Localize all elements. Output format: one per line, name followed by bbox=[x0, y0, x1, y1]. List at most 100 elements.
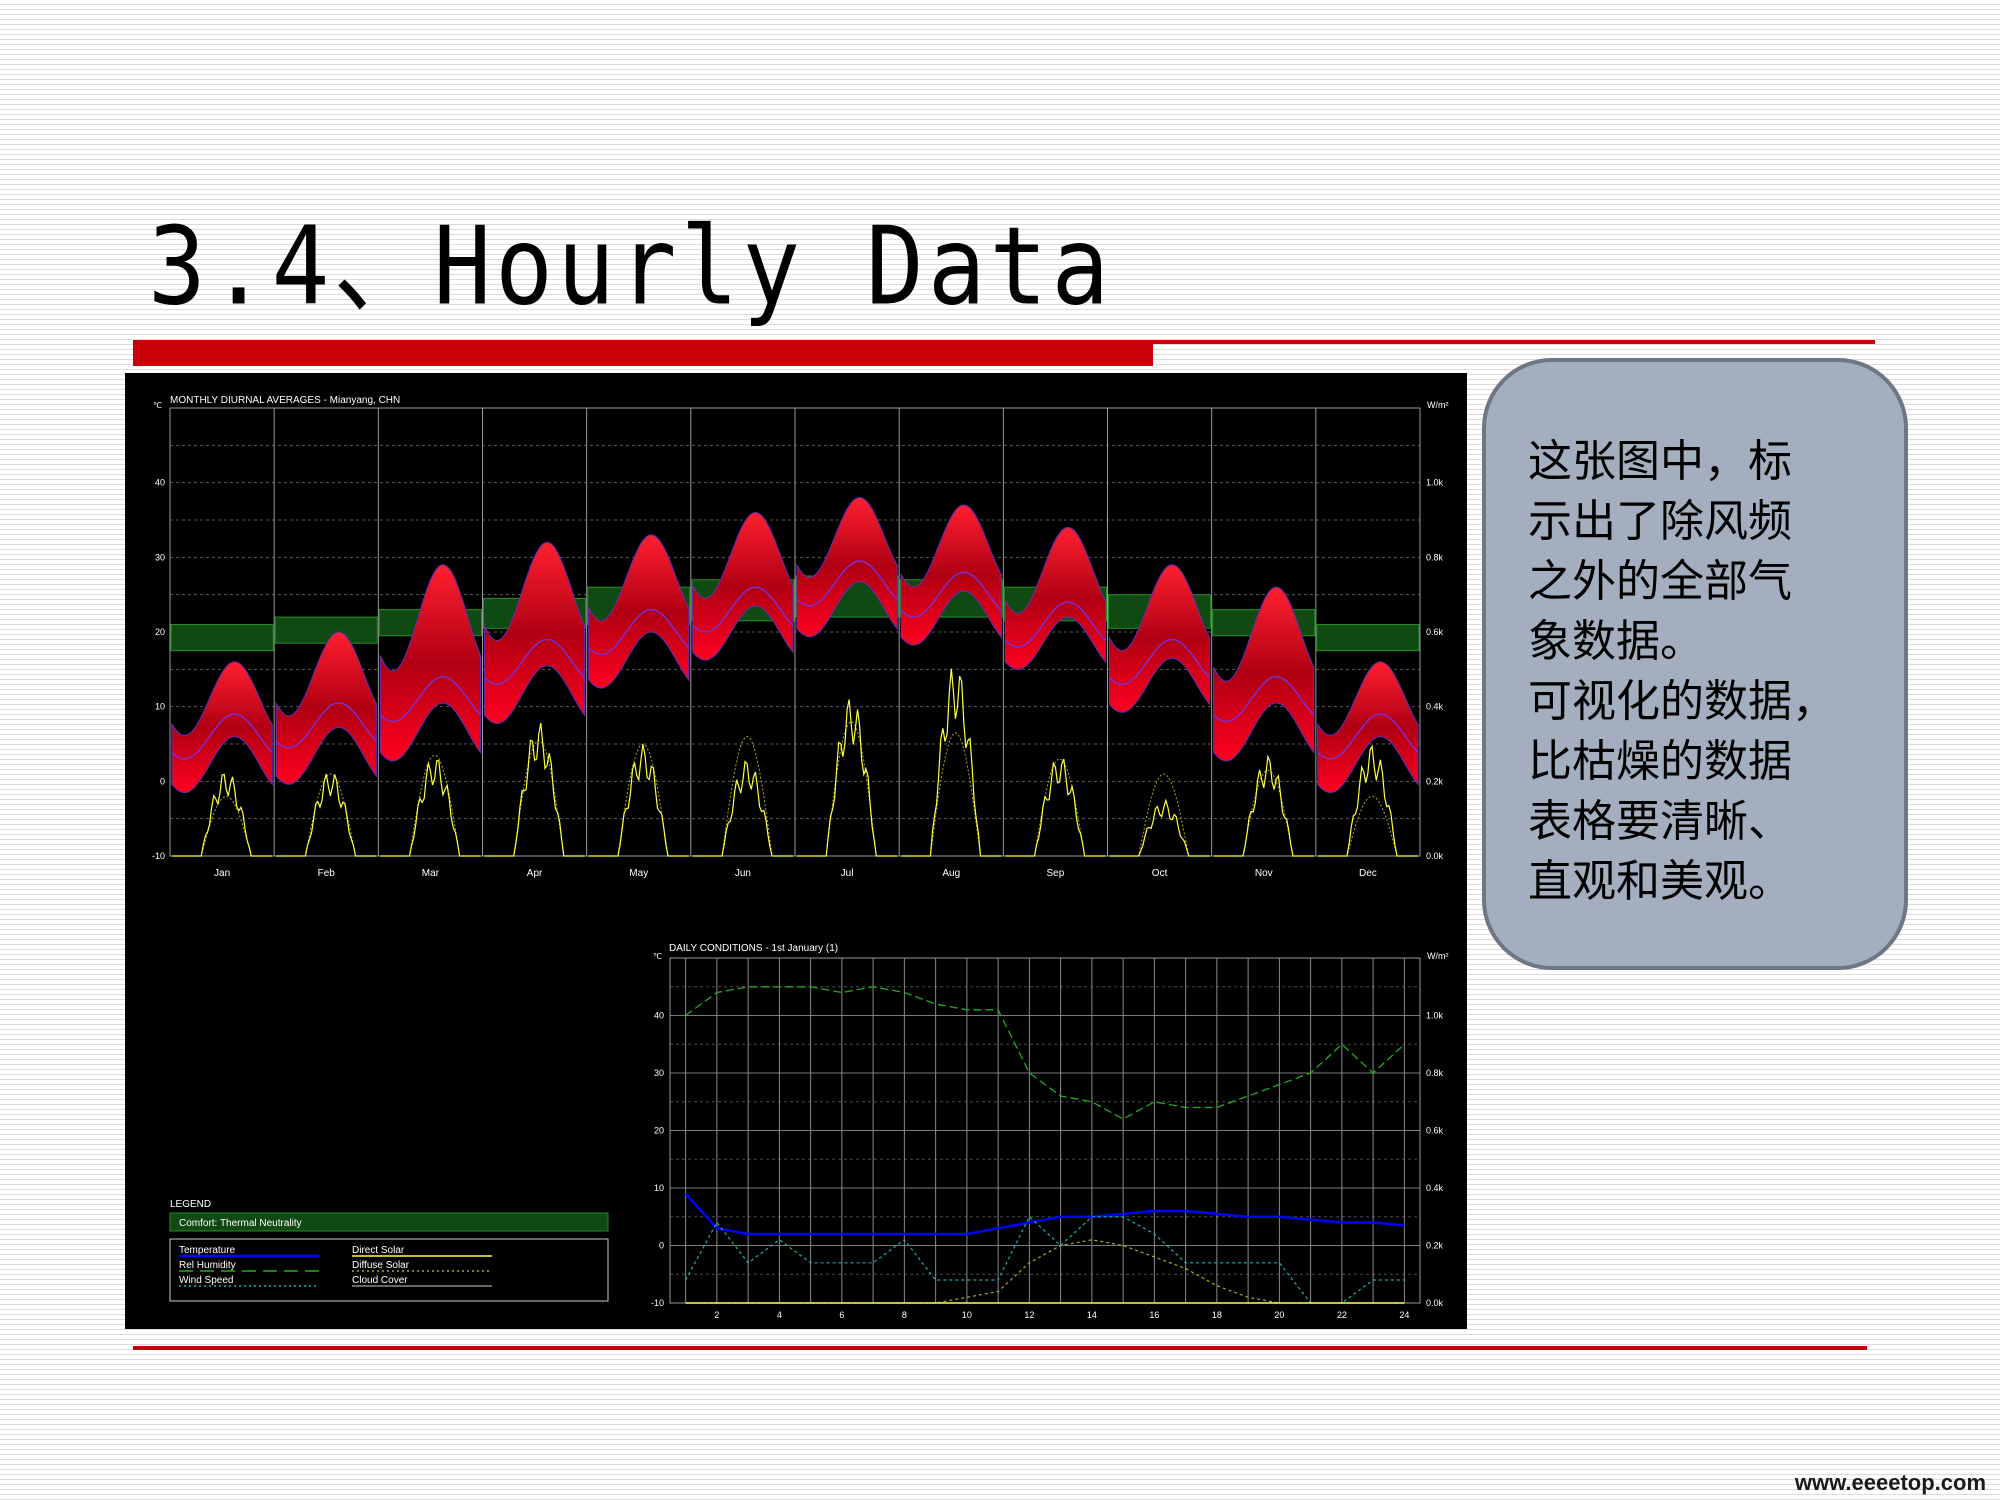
direct-solar-line bbox=[1005, 758, 1106, 857]
daily-y2-tick: 0.0k bbox=[1426, 1298, 1444, 1308]
legend-label: Diffuse Solar bbox=[352, 1260, 410, 1271]
diffuse-solar-line bbox=[588, 743, 689, 857]
monthly-y2-tick: 0.8k bbox=[1426, 552, 1444, 562]
diffuse-solar-line bbox=[1317, 795, 1418, 857]
monthly-y-tick: 30 bbox=[155, 552, 165, 562]
callout-line: 象数据。 bbox=[1528, 616, 1704, 667]
callout-line: 直观和美观。 bbox=[1528, 856, 1792, 907]
month-label: Oct bbox=[1152, 868, 1168, 879]
monthly-y-tick: 20 bbox=[155, 627, 165, 637]
daily-rel-humidity-line bbox=[685, 986, 1405, 1120]
daily-y2-tick: 0.8k bbox=[1426, 1068, 1444, 1078]
diffuse-solar-line bbox=[172, 795, 273, 857]
month-label: Sep bbox=[1047, 868, 1065, 879]
direct-solar-line bbox=[380, 759, 481, 857]
hour-label: 22 bbox=[1337, 1310, 1347, 1320]
hour-label: 14 bbox=[1087, 1310, 1097, 1320]
month-label: Nov bbox=[1255, 868, 1273, 879]
daily-y-tick: 20 bbox=[654, 1126, 664, 1136]
hour-label: 24 bbox=[1399, 1310, 1409, 1320]
hour-label: 20 bbox=[1274, 1310, 1284, 1320]
temperature-range-band bbox=[171, 661, 273, 794]
hour-label: 2 bbox=[714, 1310, 719, 1320]
comfort-band bbox=[274, 616, 378, 644]
weather-chart-panel: MONTHLY DIURNAL AVERAGES - Mianyang, CHN… bbox=[125, 373, 1467, 1329]
direct-solar-line bbox=[1213, 754, 1314, 857]
daily-y2-tick: 0.4k bbox=[1426, 1183, 1444, 1193]
monthly-y2-tick: 0.0k bbox=[1426, 851, 1444, 861]
hour-label: 4 bbox=[777, 1310, 782, 1320]
month-label: Jan bbox=[214, 868, 230, 879]
daily-right-unit: W/m² bbox=[1427, 951, 1449, 961]
hour-label: 12 bbox=[1024, 1310, 1034, 1320]
month-label: Feb bbox=[318, 868, 336, 879]
daily-y2-tick: 0.2k bbox=[1426, 1241, 1444, 1251]
temperature-range-band bbox=[483, 541, 586, 725]
callout-line: 示出了除风频 bbox=[1528, 496, 1792, 547]
month-label: Aug bbox=[942, 868, 960, 879]
direct-solar-line bbox=[692, 760, 793, 857]
daily-diffuse-solar-line bbox=[685, 1239, 1405, 1304]
diffuse-solar-line bbox=[1005, 758, 1106, 857]
daily-y-tick: 0 bbox=[659, 1241, 664, 1251]
diffuse-solar-line bbox=[901, 732, 1002, 857]
legend-label: Direct Solar bbox=[352, 1245, 405, 1256]
diffuse-solar-line bbox=[1213, 769, 1314, 857]
legend-title: LEGEND bbox=[170, 1199, 211, 1210]
comfort-band bbox=[170, 624, 274, 652]
daily-left-unit: ℃ bbox=[653, 952, 662, 961]
temperature-range-band bbox=[900, 504, 1002, 646]
daily-y2-tick: 0.6k bbox=[1426, 1126, 1444, 1136]
legend-label: Cloud Cover bbox=[352, 1275, 408, 1286]
monthly-y-tick: 10 bbox=[155, 702, 165, 712]
monthly-chart-title: MONTHLY DIURNAL AVERAGES - Mianyang, CHN bbox=[170, 395, 400, 406]
legend-label: Wind Speed bbox=[179, 1275, 233, 1286]
callout-text: 这张图中，标 示出了除风频 之外的全部气 象数据。 可视化的数据， 比枯燥的数据… bbox=[1528, 432, 1898, 912]
comfort-band bbox=[1316, 624, 1420, 652]
monthly-right-unit: W/m² bbox=[1427, 400, 1449, 410]
footer-accent-rule bbox=[133, 1346, 1867, 1350]
hour-label: 16 bbox=[1149, 1310, 1159, 1320]
callout-line: 这张图中，标 bbox=[1528, 436, 1792, 487]
callout-line: 之外的全部气 bbox=[1528, 556, 1792, 607]
daily-temperature-line bbox=[684, 1192, 1405, 1236]
hour-label: 18 bbox=[1212, 1310, 1222, 1320]
month-label: May bbox=[629, 868, 648, 879]
callout-line: 比枯燥的数据 bbox=[1528, 736, 1792, 787]
diffuse-solar-line bbox=[276, 773, 377, 857]
daily-chart-title: DAILY CONDITIONS - 1st January (1) bbox=[669, 943, 838, 954]
hour-label: 10 bbox=[962, 1310, 972, 1320]
direct-solar-line bbox=[901, 668, 1002, 857]
temperature-range-band bbox=[275, 631, 377, 785]
direct-solar-line bbox=[276, 773, 377, 857]
monthly-y2-tick: 0.2k bbox=[1426, 776, 1444, 786]
diffuse-solar-line bbox=[692, 735, 793, 857]
month-label: Apr bbox=[527, 868, 543, 879]
slide-title: 3.4、Hourly Data bbox=[148, 203, 1114, 330]
daily-y-tick: 10 bbox=[654, 1183, 664, 1193]
legend-comfort-label: Comfort: Thermal Neutrality bbox=[179, 1218, 302, 1229]
monthly-y2-tick: 0.4k bbox=[1426, 702, 1444, 712]
watermark: www.eeeetop.com bbox=[1794, 1470, 1986, 1495]
hour-label: 6 bbox=[839, 1310, 844, 1320]
monthly-y-tick: 40 bbox=[155, 478, 165, 488]
monthly-y2-tick: 0.6k bbox=[1426, 627, 1444, 637]
monthly-y2-tick: 1.0k bbox=[1426, 478, 1444, 488]
month-label: Dec bbox=[1359, 868, 1377, 879]
legend-label: Rel Humidity bbox=[179, 1260, 236, 1271]
temperature-range-band bbox=[1108, 564, 1211, 713]
legend-label: Temperature bbox=[179, 1245, 236, 1256]
hour-label: 8 bbox=[902, 1310, 907, 1320]
direct-solar-line bbox=[484, 722, 585, 857]
daily-y-tick: 30 bbox=[654, 1068, 664, 1078]
callout-line: 可视化的数据， bbox=[1528, 676, 1836, 727]
daily-y-tick: 40 bbox=[654, 1011, 664, 1021]
direct-solar-line bbox=[588, 744, 689, 857]
weather-charts: MONTHLY DIURNAL AVERAGES - Mianyang, CHN… bbox=[152, 395, 1449, 1320]
callout-line: 表格要清晰、 bbox=[1528, 796, 1792, 847]
title-accent-rule bbox=[1153, 340, 1875, 344]
daily-y-tick: -10 bbox=[651, 1298, 664, 1308]
direct-solar-line bbox=[1109, 798, 1210, 857]
callout-note: 这张图中，标 示出了除风频 之外的全部气 象数据。 可视化的数据， 比枯燥的数据… bbox=[1482, 358, 1908, 970]
daily-wind-speed-line bbox=[685, 1215, 1405, 1304]
